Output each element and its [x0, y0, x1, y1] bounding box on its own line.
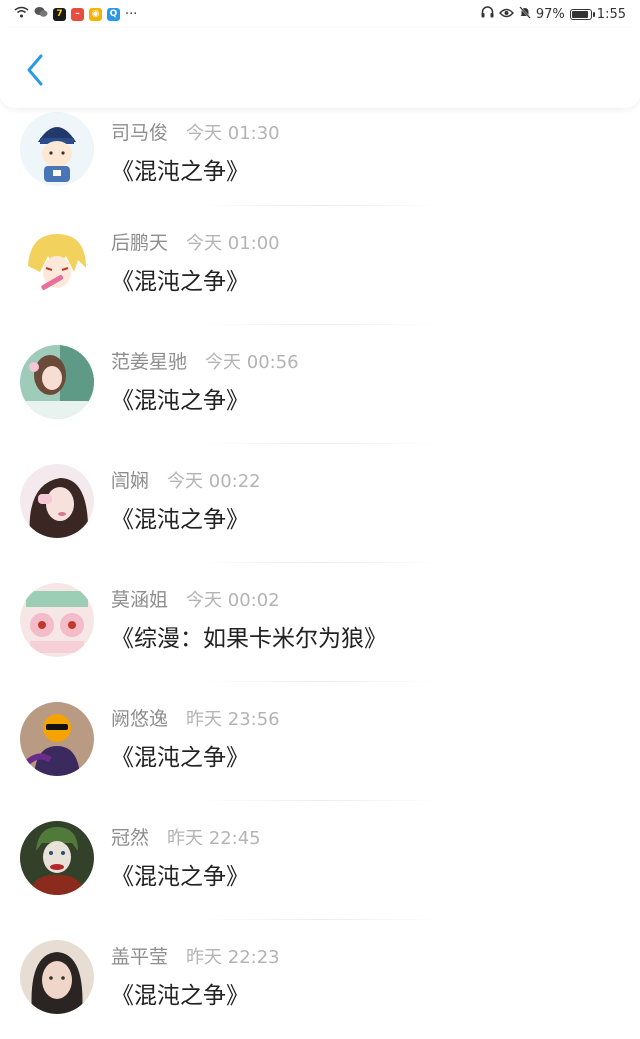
chevron-left-icon — [25, 53, 45, 91]
book-title[interactable]: 《混沌之争》 — [111, 262, 249, 296]
book-title[interactable]: 《混沌之争》 — [111, 738, 249, 772]
app-blue-icon: Q — [107, 7, 120, 21]
timestamp: 今天 00:22 — [167, 471, 261, 492]
list-item[interactable]: 盖平莹 昨天 22:23 《混沌之争》 — [0, 920, 640, 1039]
item-meta: 范姜星驰 今天 00:56 — [111, 347, 299, 374]
list-item[interactable]: 范姜星驰 今天 00:56 《混沌之争》 — [0, 325, 640, 444]
book-title[interactable]: 《混沌之争》 — [111, 381, 249, 415]
book-title[interactable]: 《混沌之争》 — [111, 500, 249, 534]
user-name: 莫涵姐 — [111, 589, 169, 611]
user-name: 盖平莹 — [111, 946, 169, 968]
back-button[interactable] — [18, 52, 52, 92]
timestamp: 今天 01:00 — [186, 233, 280, 254]
item-meta: 訚娴 今天 00:22 — [111, 466, 261, 493]
list-item[interactable]: 莫涵姐 今天 00:02 《综漫：如果卡米尔为狼》 — [0, 563, 640, 682]
timestamp: 今天 00:56 — [205, 352, 299, 373]
book-title[interactable]: 《混沌之争》 — [111, 857, 249, 891]
list-item[interactable]: 冠然 昨天 22:45 《混沌之争》 — [0, 801, 640, 920]
more-icon: ··· — [125, 6, 138, 22]
timestamp: 今天 01:30 — [186, 123, 280, 144]
status-bar-left: 7 – ◉ Q ··· — [14, 6, 137, 22]
user-name: 范姜星驰 — [111, 351, 188, 373]
battery-percent: 97% — [535, 6, 565, 22]
item-meta: 后鹏天 今天 01:00 — [111, 228, 280, 255]
wifi-icon — [14, 6, 29, 22]
book-title[interactable]: 《混沌之争》 — [111, 152, 249, 186]
top-bar — [0, 28, 640, 108]
user-name: 后鹏天 — [111, 232, 169, 254]
weibo-icon: ◉ — [89, 7, 102, 21]
status-bar: 7 – ◉ Q ··· 97% 1:55 — [0, 0, 640, 28]
battery-icon — [569, 8, 595, 20]
list-item[interactable]: 訚娴 今天 00:22 《混沌之争》 — [0, 444, 640, 563]
avatar[interactable] — [20, 112, 94, 186]
list-item[interactable]: 司马俊 今天 01:30 《混沌之争》 — [0, 108, 640, 206]
item-meta: 司马俊 今天 01:30 — [111, 118, 280, 145]
battery-fill — [571, 10, 588, 18]
user-name: 司马俊 — [111, 122, 169, 144]
list-item[interactable]: 阙悠逸 昨天 23:56 《混沌之争》 — [0, 682, 640, 801]
book-title[interactable]: 《混沌之争》 — [111, 976, 249, 1010]
avatar[interactable] — [20, 345, 94, 419]
timestamp: 今天 00:02 — [186, 590, 280, 611]
eye-icon — [498, 7, 514, 22]
item-meta: 盖平莹 昨天 22:23 — [111, 942, 280, 969]
timestamp: 昨天 22:23 — [186, 947, 280, 968]
avatar[interactable] — [20, 583, 94, 657]
status-time: 1:55 — [596, 6, 626, 22]
status-bar-right: 97% 1:55 — [481, 5, 626, 23]
app-red-icon: – — [71, 7, 84, 21]
timestamp: 昨天 22:45 — [167, 828, 261, 849]
avatar[interactable] — [20, 702, 94, 776]
reader-list: 司马俊 今天 01:30 《混沌之争》 后鹏天 今天 01:00 《混沌之争》 — [0, 108, 640, 1039]
avatar[interactable] — [20, 821, 94, 895]
item-meta: 莫涵姐 今天 00:02 — [111, 585, 280, 612]
item-meta: 阙悠逸 昨天 23:56 — [111, 704, 280, 731]
mute-bell-icon — [519, 5, 531, 23]
book-title[interactable]: 《综漫：如果卡米尔为狼》 — [111, 619, 387, 653]
user-name: 冠然 — [111, 827, 150, 849]
avatar[interactable] — [20, 464, 94, 538]
user-name: 阙悠逸 — [111, 708, 169, 730]
headphones-icon — [481, 6, 494, 22]
item-meta: 冠然 昨天 22:45 — [111, 823, 261, 850]
user-name: 訚娴 — [111, 470, 150, 492]
app-t-icon: 7 — [53, 7, 66, 21]
timestamp: 昨天 23:56 — [186, 709, 280, 730]
wechat-icon — [34, 6, 48, 22]
avatar[interactable] — [20, 226, 94, 300]
list-item[interactable]: 后鹏天 今天 01:00 《混沌之争》 — [0, 206, 640, 325]
avatar[interactable] — [20, 940, 94, 1014]
